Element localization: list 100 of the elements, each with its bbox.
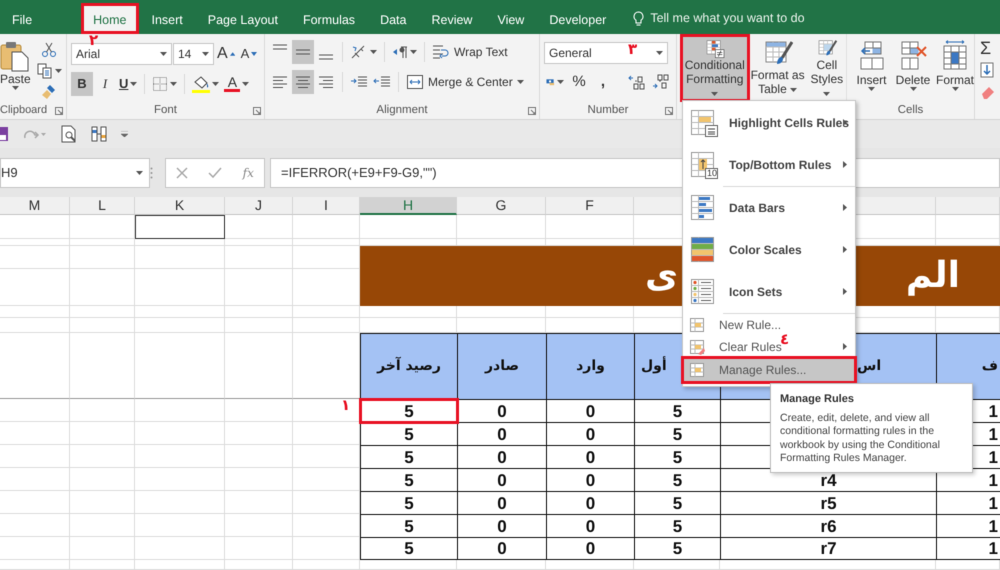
ribbon-tab[interactable]: Data [368,3,418,34]
caret-icon [790,88,798,92]
column-header[interactable]: K [135,197,225,215]
tell-me-field[interactable]: Tell me what you want to do [650,9,850,28]
header-cell: وارد [546,333,635,400]
merge-center-button[interactable]: Merge & Center [404,70,526,94]
caret-icon [202,52,209,56]
ribbon-tab[interactable]: Insert [140,3,195,34]
fill-down-icon [980,62,994,78]
format-button[interactable]: Format [936,38,974,102]
decimal-icon [628,74,646,90]
badge-text: 10 [707,169,718,178]
group-label: Alignment [376,102,428,118]
shrink-font-button[interactable]: A [238,42,260,66]
caret-icon [54,69,62,73]
save-icon [0,126,9,142]
middle-align-button[interactable] [292,40,314,64]
tooltip-title: Manage Rules [780,392,855,407]
caret-icon [136,171,143,175]
conditional-formatting-button[interactable]: Conditional Formatting [682,36,748,100]
wrap-text-icon [432,44,450,60]
ribbon-tab[interactable]: Developer [537,3,618,34]
caret-icon [823,92,830,96]
dialog-launcher-icon [528,107,536,115]
customize-icon [121,131,128,137]
caret-icon [12,86,19,90]
grow-font-button[interactable]: A [214,42,237,66]
insert-button[interactable]: Insert [853,38,890,102]
copy-icon [36,63,53,79]
copy-button[interactable] [34,61,64,81]
italic-button[interactable]: I [94,72,116,96]
caret-icon [952,87,958,91]
name-box[interactable]: H9 [0,158,150,188]
header-cell: رصيد آخر [360,333,458,400]
caret-icon [868,87,875,91]
font-size-field[interactable]: 14 [172,43,214,65]
bold-button[interactable]: B [71,72,93,96]
cell-styles-button[interactable]: Cell Styles [808,36,846,100]
scissors-icon [41,42,58,58]
group-label: Font [154,102,177,118]
caret-icon [370,50,377,54]
align-icon [295,74,311,90]
menu-item[interactable]: Data Bars [689,187,786,229]
caret-icon [130,82,138,86]
align-icon [318,54,334,60]
cancel-icon [176,167,188,179]
caret-icon [656,51,663,55]
ribbon-tab[interactable]: Review [419,3,484,34]
align-icon [272,74,288,90]
delete-button[interactable]: Delete [894,38,932,102]
autosum-button[interactable]: Σ [978,38,1000,58]
underline-button[interactable]: U [117,72,140,96]
insert-function-button[interactable]: fx [242,164,254,182]
sheet-cell[interactable] [135,215,225,239]
paste-button[interactable]: Paste [0,40,31,102]
title-text: الم [906,254,960,298]
dialog-launcher-icon [253,107,261,115]
center-align-button[interactable] [292,70,314,94]
align-icon [295,49,311,55]
redo-icon [23,128,47,140]
drag-handle-icon [150,167,153,179]
caret-icon [160,52,167,56]
comma-button[interactable]: , [592,70,614,94]
format-as-table-button[interactable]: Format as Table [748,36,808,100]
caret-icon [711,92,718,96]
column-header[interactable]: H [360,197,457,215]
paint-bucket-icon [192,75,210,93]
paintbrush-icon [41,84,58,100]
borders-icon [152,76,168,92]
ribbon-tab[interactable]: Formulas [290,3,368,34]
down-arrow-icon [251,52,258,56]
ribbon-tab[interactable]: File [0,3,44,34]
ribbon-tab[interactable]: View [485,3,536,34]
wrap-text-button[interactable]: Wrap Text [430,40,510,64]
top-bottom-rules-icon [689,150,719,180]
dialog-launcher-icon [55,107,63,115]
merge-icon [406,74,424,90]
new-rule-icon [689,317,705,333]
menu-item[interactable]: Highlight Cells Rules [689,102,850,144]
lightbulb-icon [633,10,644,26]
outdent-icon [373,75,391,89]
ribbon-tab[interactable]: Page Layout [196,3,290,34]
align-icon [318,74,334,90]
menu-item[interactable]: Manage Rules... [683,358,855,382]
caret-icon [557,80,564,84]
up-arrow-icon [230,52,235,56]
caret-icon [910,87,916,91]
menu-item[interactable]: Color Scales [689,229,802,271]
caret-icon [170,82,178,86]
percent-button[interactable]: % [568,70,590,94]
table-cell: 5 [360,537,458,560]
align-icon [272,44,288,50]
ribbon-tab[interactable]: Home [81,3,138,34]
caret-icon [516,80,524,84]
title-text: ى [645,254,678,298]
menu-item[interactable]: Icon Sets [689,271,782,313]
menu-item[interactable]: New Rule... [689,314,782,336]
paragraph-icon [392,45,408,59]
clear-rules-icon [689,339,705,355]
font-color-button[interactable]: A [222,72,252,96]
